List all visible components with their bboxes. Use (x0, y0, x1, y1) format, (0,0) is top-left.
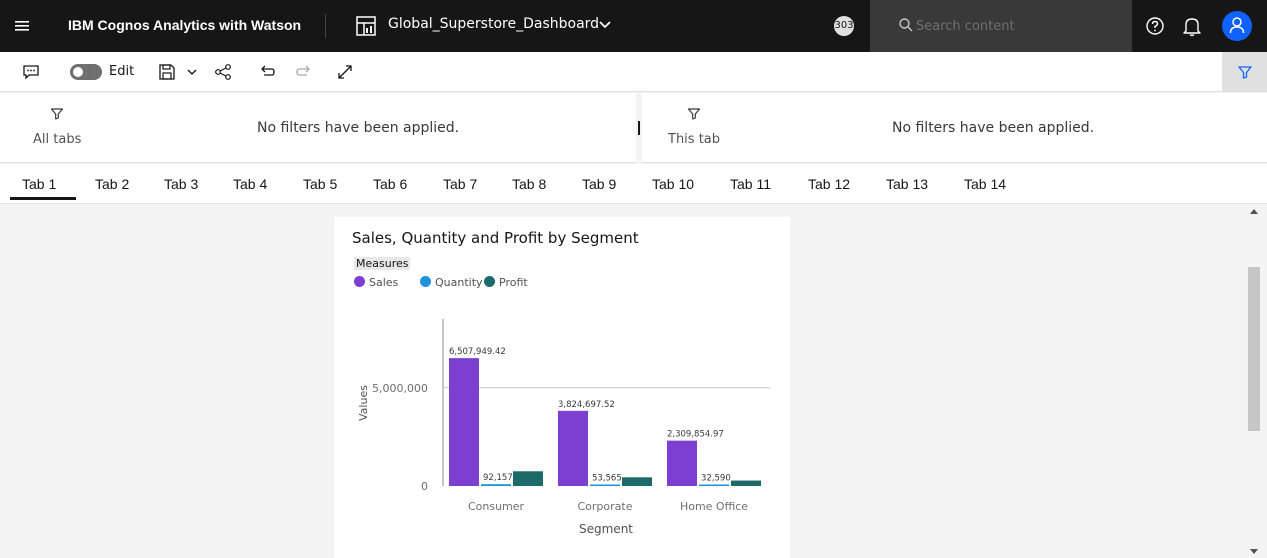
bar-quantity-1 (590, 484, 620, 486)
data-label-quantity-0: 92,157 (483, 473, 513, 483)
edit-toggle[interactable] (70, 64, 102, 80)
menu-icon[interactable] (10, 14, 34, 38)
bar-profit-0 (513, 471, 543, 486)
tab-12[interactable]: Tab 12 (808, 164, 850, 204)
scroll-down-icon[interactable] (1250, 549, 1258, 554)
bar-profit-1 (622, 477, 652, 486)
data-label-quantity-1: 53,565 (592, 474, 622, 484)
y-tick-label-1: 5,000,000 (372, 382, 428, 395)
tab-8[interactable]: Tab 8 (512, 164, 546, 204)
bar-quantity-0 (481, 484, 511, 486)
user-avatar[interactable] (1222, 11, 1252, 41)
filter-bar: All tabs No filters have been applied. T… (0, 93, 1267, 163)
tab-11[interactable]: Tab 11 (730, 164, 771, 204)
expand-icon[interactable] (336, 63, 354, 81)
tab-5[interactable]: Tab 5 (303, 164, 337, 204)
data-label-sales-2: 2,309,854.97 (667, 430, 724, 440)
data-label-sales-1: 3,824,697.52 (558, 400, 615, 410)
search-input[interactable] (916, 14, 1116, 38)
y-axis-label: Values (357, 385, 370, 421)
filter-icon (1238, 66, 1252, 79)
data-label-quantity-2: 32,590 (701, 474, 731, 484)
tab-3[interactable]: Tab 3 (164, 164, 198, 204)
this-tab-filter-message[interactable]: No filters have been applied. (892, 120, 1094, 136)
search-icon (899, 18, 913, 32)
drag-handle[interactable] (638, 121, 640, 135)
filter-icon (50, 108, 64, 120)
search-box[interactable] (870, 0, 1132, 52)
save-icon[interactable] (158, 63, 176, 81)
bar-chart: 0 5,000,000Values 6,507,949.42 92,157 Consum… (357, 319, 770, 536)
undo-icon[interactable] (258, 63, 276, 81)
filter-icon (687, 108, 701, 120)
bar-sales-0 (449, 358, 479, 486)
tab-9[interactable]: Tab 9 (582, 164, 616, 204)
bar-profit-2 (731, 480, 761, 486)
y-tick-label-0: 0 (421, 480, 428, 493)
active-tab-indicator (10, 197, 76, 200)
tab-bar: Tab 1 Tab 2 Tab 3 Tab 4 Tab 5 Tab 6 Tab … (0, 164, 1267, 204)
count-badge[interactable]: 303 (834, 16, 854, 36)
vertical-scrollbar[interactable] (1244, 205, 1267, 558)
all-tabs-filter-message[interactable]: No filters have been applied. (257, 120, 459, 136)
all-tabs-filter-label: All tabs (33, 132, 82, 147)
header-divider (325, 14, 326, 38)
tab-10[interactable]: Tab 10 (652, 164, 694, 204)
bar-quantity-2 (699, 484, 729, 486)
x-axis-label: Segment (579, 522, 633, 536)
tab-2[interactable]: Tab 2 (95, 164, 129, 204)
x-tick-label-1: Corporate (578, 500, 633, 513)
toolbar: Edit (0, 52, 1267, 92)
notification-bell-icon[interactable] (1182, 15, 1202, 37)
data-label-sales-0: 6,507,949.42 (449, 347, 506, 357)
scroll-up-icon[interactable] (1250, 209, 1258, 214)
this-tab-filter-label: This tab (668, 132, 721, 147)
scroll-thumb[interactable] (1248, 267, 1260, 431)
x-tick-label-2: Home Office (680, 500, 748, 513)
tab-14[interactable]: Tab 14 (964, 164, 1006, 204)
dashboard-icon (356, 16, 376, 36)
edit-label: Edit (109, 64, 135, 79)
tab-7[interactable]: Tab 7 (443, 164, 477, 204)
top-bar: IBM Cognos Analytics with Watson Global_… (0, 0, 1267, 52)
dashboard-title[interactable]: Global_Superstore_Dashboard (388, 16, 599, 32)
tab-4[interactable]: Tab 4 (233, 164, 267, 204)
x-tick-label-0: Consumer (468, 500, 525, 513)
tab-13[interactable]: Tab 13 (886, 164, 928, 204)
redo-icon (296, 65, 310, 76)
comment-icon[interactable] (22, 63, 40, 81)
tab-6[interactable]: Tab 6 (373, 164, 407, 204)
chevron-down-icon[interactable] (597, 17, 613, 33)
filter-panel-button[interactable] (1222, 52, 1267, 92)
chevron-down-icon[interactable] (183, 63, 201, 81)
chart-widget[interactable]: Sales, Quantity and Profit by Segment Me… (334, 217, 790, 558)
app-title: IBM Cognos Analytics with Watson (68, 17, 302, 33)
bar-sales-2 (667, 440, 697, 486)
help-icon[interactable] (1145, 16, 1165, 36)
bar-sales-1 (558, 410, 588, 486)
user-avatar-icon (1229, 17, 1245, 34)
share-icon[interactable] (214, 63, 232, 81)
